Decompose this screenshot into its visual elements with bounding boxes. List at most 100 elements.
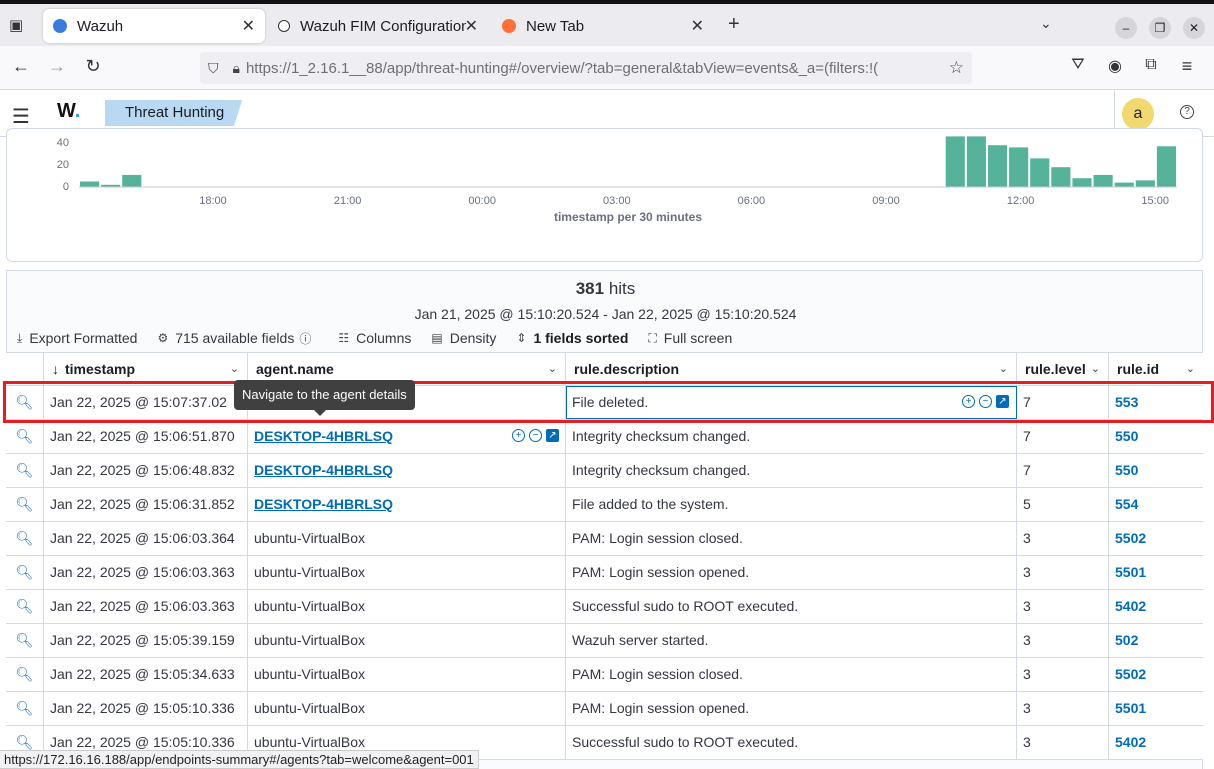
- cell-timestamp[interactable]: Jan 22, 2025 @ 15:07:37.02: [44, 386, 248, 419]
- reload-icon[interactable]: ↻: [81, 56, 105, 77]
- extensions-icon[interactable]: ⧉: [1139, 56, 1163, 74]
- inspect-document-button[interactable]: 🔍︎: [6, 522, 44, 555]
- wazuh-logo[interactable]: W.: [57, 100, 80, 123]
- inspect-document-button[interactable]: 🔍︎: [6, 590, 44, 623]
- sort-fields-button[interactable]: ⇕ 1 fields sorted: [516, 330, 628, 346]
- histogram-bar[interactable]: [122, 174, 142, 187]
- filter-in-icon[interactable]: +: [512, 429, 525, 442]
- cell-rule-level[interactable]: 7: [1017, 386, 1109, 419]
- menu-icon[interactable]: ≡: [1175, 56, 1199, 77]
- cell-rule-description[interactable]: PAM: Login session closed.: [566, 658, 1017, 691]
- cell-rule-id[interactable]: 5402: [1109, 590, 1203, 623]
- cell-rule-id[interactable]: 5502: [1109, 522, 1203, 555]
- inspect-document-button[interactable]: 🔍︎: [6, 624, 44, 657]
- cell-timestamp[interactable]: Jan 22, 2025 @ 15:06:03.363: [44, 590, 248, 623]
- cell-timestamp[interactable]: Jan 22, 2025 @ 15:06:48.832: [44, 454, 248, 487]
- column-header-rule-description[interactable]: rule.description ⌄: [566, 353, 1017, 386]
- column-header-timestamp[interactable]: ↓ timestamp ⌄: [44, 353, 248, 386]
- filter-out-icon[interactable]: −: [529, 429, 542, 442]
- cell-timestamp[interactable]: Jan 22, 2025 @ 15:05:10.336: [44, 692, 248, 725]
- cell-rule-id[interactable]: 5501: [1109, 556, 1203, 589]
- inspect-document-button[interactable]: 🔍︎: [6, 658, 44, 691]
- column-header-rule-level[interactable]: rule.level ⌄: [1017, 353, 1109, 386]
- filter-out-icon[interactable]: −: [979, 395, 992, 408]
- cell-timestamp[interactable]: Jan 22, 2025 @ 15:05:34.633: [44, 658, 248, 691]
- column-header-rule-id[interactable]: rule.id ⌄: [1109, 353, 1203, 386]
- histogram-bar[interactable]: [80, 181, 100, 188]
- tab-wazuh[interactable]: Wazuh ✕: [43, 9, 265, 43]
- help-icon[interactable]: ?: [1180, 105, 1194, 119]
- cell-rule-description[interactable]: Successful sudo to ROOT executed.: [566, 590, 1017, 623]
- inspect-document-button[interactable]: 🔍︎: [6, 386, 44, 419]
- cell-rule-level[interactable]: 7: [1017, 420, 1109, 453]
- cell-rule-id[interactable]: 502: [1109, 624, 1203, 657]
- cell-rule-description[interactable]: PAM: Login session opened.: [566, 556, 1017, 589]
- chevron-down-icon[interactable]: ⌄: [1186, 353, 1195, 386]
- available-fields-button[interactable]: ⚙ 715 available fields ⓘ: [157, 330, 318, 347]
- cell-agent-name[interactable]: ubuntu-VirtualBox: [248, 692, 566, 725]
- filter-in-icon[interactable]: +: [962, 395, 975, 408]
- cell-rule-level[interactable]: 7: [1017, 454, 1109, 487]
- close-window-icon[interactable]: ✕: [1183, 17, 1205, 39]
- cell-rule-level[interactable]: 3: [1017, 522, 1109, 555]
- url-bar[interactable]: ⛉ 🔒︎ https://1_2.16.1__88/app/threat-hun…: [200, 52, 972, 84]
- density-button[interactable]: ▤ Density: [431, 330, 496, 346]
- cell-rule-description[interactable]: Integrity checksum changed.: [566, 420, 1017, 453]
- cell-timestamp[interactable]: Jan 22, 2025 @ 15:06:03.364: [44, 522, 248, 555]
- histogram-bar[interactable]: [1030, 158, 1050, 187]
- chevron-down-icon[interactable]: ⌄: [999, 353, 1008, 386]
- tab-list-chevron-icon[interactable]: ⌄: [1040, 15, 1052, 32]
- cell-rule-description[interactable]: Integrity checksum changed.: [566, 454, 1017, 487]
- cell-rule-id[interactable]: 5501: [1109, 692, 1203, 725]
- cell-rule-description[interactable]: Successful sudo to ROOT executed.: [566, 726, 1017, 759]
- cell-rule-id[interactable]: 5502: [1109, 658, 1203, 691]
- cell-rule-level[interactable]: 3: [1017, 726, 1109, 759]
- histogram-bar[interactable]: [1093, 174, 1113, 187]
- full-screen-button[interactable]: ⛶ Full screen: [648, 330, 732, 346]
- cell-rule-description[interactable]: PAM: Login session closed.: [566, 522, 1017, 555]
- breadcrumb[interactable]: Threat Hunting: [105, 100, 243, 126]
- histogram-bar[interactable]: [966, 136, 986, 187]
- cell-rule-level[interactable]: 3: [1017, 692, 1109, 725]
- cell-timestamp[interactable]: Jan 22, 2025 @ 15:05:39.159: [44, 624, 248, 657]
- cell-rule-id[interactable]: 5402: [1109, 726, 1203, 759]
- cell-rule-id[interactable]: 550: [1109, 420, 1203, 453]
- export-formatted-button[interactable]: ⤓ Export Formatted: [17, 330, 137, 346]
- cell-agent-name[interactable]: ubuntu-VirtualBox: [248, 590, 566, 623]
- cell-timestamp[interactable]: Jan 22, 2025 @ 15:06:31.852: [44, 488, 248, 521]
- expand-cell-icon[interactable]: ↗: [546, 429, 559, 442]
- columns-button[interactable]: ☷ Columns: [338, 330, 411, 346]
- cell-rule-level[interactable]: 3: [1017, 556, 1109, 589]
- pocket-icon[interactable]: ⛛: [1066, 56, 1090, 74]
- cell-rule-id[interactable]: 554: [1109, 488, 1203, 521]
- inspect-document-button[interactable]: 🔍︎: [6, 454, 44, 487]
- cell-agent-name[interactable]: DESKTOP-4HBRLSQ: [248, 454, 566, 487]
- chevron-down-icon[interactable]: ⌄: [1091, 353, 1100, 386]
- tab-new-tab[interactable]: New Tab ✕: [492, 9, 714, 43]
- cell-rule-id[interactable]: 550: [1109, 454, 1203, 487]
- cell-agent-name[interactable]: ubuntu-VirtualBox: [248, 624, 566, 657]
- close-tab-icon[interactable]: ✕: [691, 16, 704, 36]
- cell-rule-level[interactable]: 3: [1017, 624, 1109, 657]
- histogram-bar[interactable]: [1114, 182, 1134, 187]
- new-tab-icon[interactable]: +: [728, 13, 740, 36]
- histogram-bar[interactable]: [1135, 180, 1155, 187]
- cell-agent-name[interactable]: ubuntu-VirtualBox: [248, 658, 566, 691]
- forward-icon[interactable]: →: [45, 56, 69, 77]
- bookmark-star-icon[interactable]: ☆: [949, 58, 964, 78]
- histogram-bar[interactable]: [1072, 178, 1092, 187]
- tab-fim-config[interactable]: Wazuh FIM Configuration ✕: [268, 9, 488, 43]
- inspect-document-button[interactable]: 🔍︎: [6, 420, 44, 453]
- cell-agent-name[interactable]: DESKTOP-4HBRLSQ: [248, 488, 566, 521]
- cell-rule-description[interactable]: Wazuh server started.: [566, 624, 1017, 657]
- inspect-document-button[interactable]: 🔍︎: [6, 556, 44, 589]
- avatar[interactable]: a: [1122, 98, 1154, 130]
- cell-rule-description[interactable]: File added to the system.: [566, 488, 1017, 521]
- lock-icon[interactable]: 🔒︎: [233, 60, 240, 77]
- cell-rule-description[interactable]: File deleted.: [566, 386, 1017, 419]
- shield-icon[interactable]: ⛉: [208, 60, 219, 77]
- close-tab-icon[interactable]: ✕: [465, 16, 478, 36]
- cell-agent-name[interactable]: ubuntu-VirtualBox: [248, 556, 566, 589]
- maximize-icon[interactable]: ❐: [1149, 17, 1171, 39]
- cell-timestamp[interactable]: Jan 22, 2025 @ 15:06:51.870: [44, 420, 248, 453]
